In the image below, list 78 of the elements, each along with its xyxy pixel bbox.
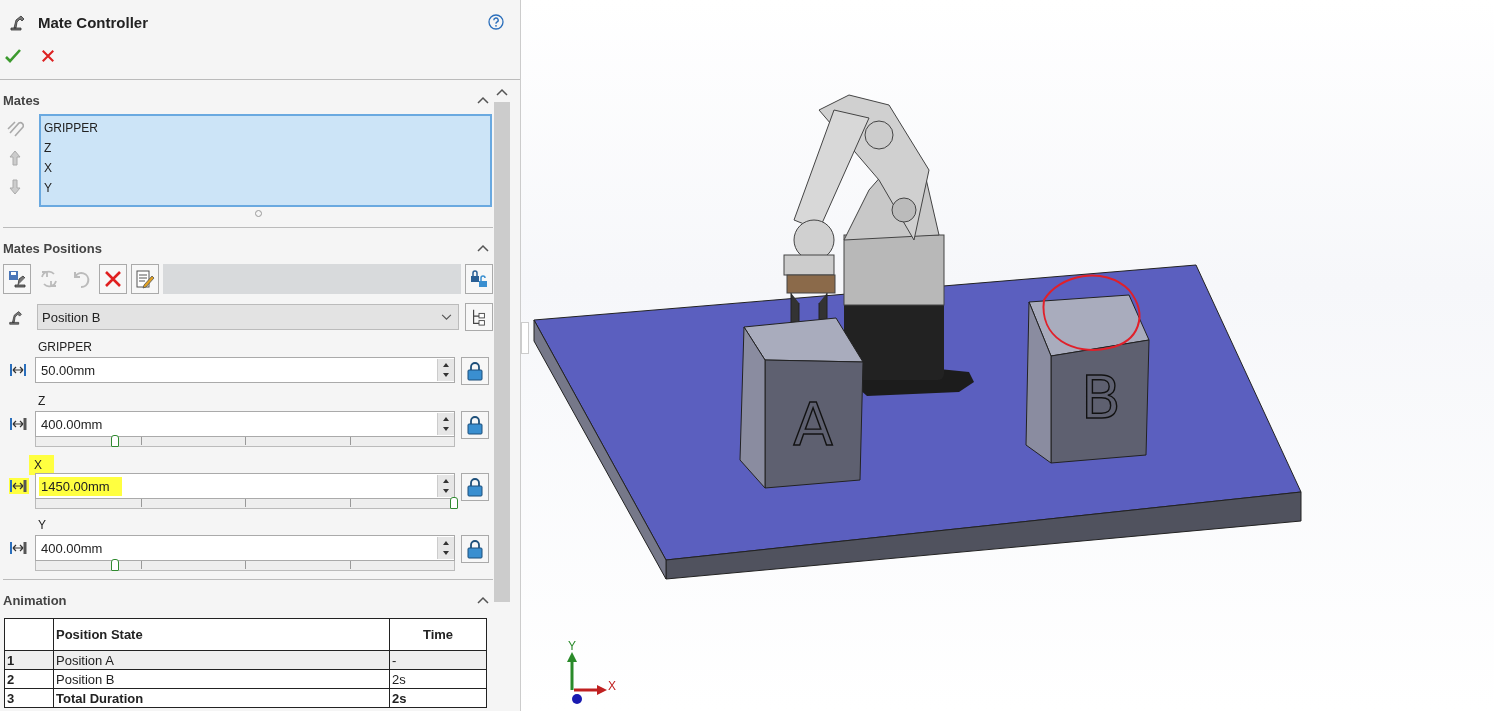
dimension-icon xyxy=(9,416,29,432)
padlock-icon xyxy=(465,477,485,497)
robot-arm-icon xyxy=(7,308,25,326)
spin-control[interactable] xyxy=(437,537,454,559)
collapse-icon[interactable] xyxy=(477,244,489,252)
mate-list-item[interactable]: GRIPPER xyxy=(44,118,487,138)
tree-view-button[interactable] xyxy=(465,303,493,331)
collapse-icon[interactable] xyxy=(477,96,489,104)
section-header: Mates Positions xyxy=(3,240,102,256)
mate-list-item[interactable]: X xyxy=(44,158,487,178)
slider-track[interactable] xyxy=(35,561,455,571)
value-field[interactable]: 50.00mm xyxy=(35,357,455,383)
cancel-icon[interactable] xyxy=(41,49,55,63)
slider-thumb[interactable] xyxy=(111,559,120,571)
edit-button[interactable] xyxy=(131,264,159,294)
mate-list-item[interactable]: Y xyxy=(44,178,487,198)
slider-track[interactable] xyxy=(35,437,455,447)
row-number: 3 xyxy=(4,688,54,708)
table-cell: 2s xyxy=(389,669,487,689)
ok-check-icon[interactable] xyxy=(5,48,21,64)
table-header: Time xyxy=(389,618,487,651)
position-name-field[interactable] xyxy=(163,264,461,294)
value-field[interactable]: 400.00mm xyxy=(35,411,455,437)
mate-list-item[interactable]: Z xyxy=(44,138,487,158)
dimension-icon xyxy=(9,362,29,378)
position-dropdown[interactable]: Position B xyxy=(37,304,459,330)
padlock-icon xyxy=(465,415,485,435)
spin-control[interactable] xyxy=(437,359,454,381)
value-field[interactable]: 400.00mm xyxy=(35,535,455,561)
lock-button[interactable] xyxy=(461,411,489,439)
axis-triad-drawing xyxy=(567,652,607,704)
slider-thumb[interactable] xyxy=(111,435,120,447)
spin-control[interactable] xyxy=(437,413,454,435)
scroll-up-icon[interactable] xyxy=(496,88,508,96)
unlock-all-button[interactable] xyxy=(465,264,493,294)
slider-thumb[interactable] xyxy=(450,497,458,509)
mate-label: Z xyxy=(37,393,47,409)
mate-label: GRIPPER xyxy=(37,339,93,355)
undo-icon xyxy=(71,269,91,289)
help-icon[interactable] xyxy=(488,14,504,30)
slider-track[interactable] xyxy=(35,499,455,509)
delete-icon xyxy=(103,269,123,289)
block-letter: B xyxy=(1081,364,1121,432)
section-header: Mates xyxy=(3,92,40,108)
value-field[interactable]: 1450.00mm xyxy=(35,473,455,499)
dimension-icon xyxy=(9,478,29,494)
table-cell: 2s xyxy=(389,688,487,708)
axis-label: Y xyxy=(568,639,576,653)
edit-icon xyxy=(135,269,155,289)
save-position-button[interactable] xyxy=(3,264,31,294)
dimension-icon xyxy=(9,540,29,556)
padlock-icon xyxy=(465,539,485,559)
splitter-handle[interactable] xyxy=(521,322,529,354)
table-header: Position State xyxy=(53,618,390,651)
table-cell: Position B xyxy=(53,669,390,689)
panel-title: Mate Controller xyxy=(38,13,149,31)
tree-icon xyxy=(470,308,488,326)
lock-button[interactable] xyxy=(461,357,489,385)
mate-label: X xyxy=(29,455,54,475)
axis-label: X xyxy=(608,679,616,693)
section-header: Animation xyxy=(3,592,67,608)
spin-control[interactable] xyxy=(437,475,454,497)
caret-icon xyxy=(441,313,452,321)
mate-label: Y xyxy=(37,517,47,533)
block-letter: A xyxy=(793,391,833,459)
table-header xyxy=(4,618,54,651)
refresh-icon xyxy=(39,269,59,289)
delete-button[interactable] xyxy=(99,264,127,294)
lock-button[interactable] xyxy=(461,535,489,563)
padlocks-icon xyxy=(469,269,489,289)
lock-button[interactable] xyxy=(461,473,489,501)
padlock-icon xyxy=(465,361,485,381)
mates-list[interactable]: GRIPPER Z X Y xyxy=(39,114,492,207)
paperclip-icon xyxy=(6,119,24,137)
collapse-icon[interactable] xyxy=(477,596,489,604)
save-robot-icon xyxy=(7,269,27,289)
table-cell: Total Duration xyxy=(53,688,390,708)
row-number: 2 xyxy=(4,669,54,689)
